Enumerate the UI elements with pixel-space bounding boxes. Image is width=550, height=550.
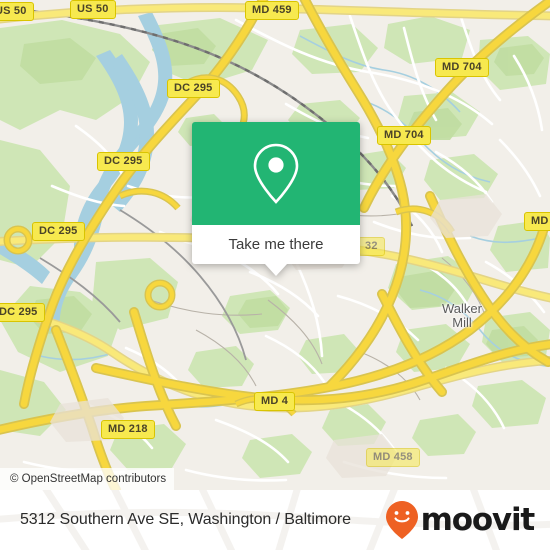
road-shield: MD 459 bbox=[245, 1, 299, 20]
take-me-there-button[interactable]: Take me there bbox=[192, 225, 360, 264]
road-shield: MD 458 bbox=[366, 448, 420, 467]
map-canvas[interactable]: US 50 US 50 MD 459 MD 704 DC 295 MD 704 … bbox=[0, 0, 550, 490]
osm-attribution[interactable]: © OpenStreetMap contributors bbox=[0, 468, 175, 490]
place-label-walker-mill: Walker Mill bbox=[442, 301, 482, 330]
take-me-there-label: Take me there bbox=[228, 236, 324, 253]
road-shield: MD 704 bbox=[435, 58, 489, 77]
road-shield: DC 295 bbox=[167, 79, 220, 98]
road-shield: US 50 bbox=[70, 0, 116, 19]
moovit-brand[interactable]: moovit bbox=[385, 500, 536, 540]
popup-body bbox=[192, 122, 360, 225]
popup-pointer bbox=[265, 264, 287, 276]
moovit-wordmark: moovit bbox=[420, 501, 536, 538]
road-shield: DC 295 bbox=[0, 303, 45, 322]
moovit-map-screenshot: US 50 US 50 MD 459 MD 704 DC 295 MD 704 … bbox=[0, 0, 550, 550]
location-address: 5312 Southern Ave SE, Washington / Balti… bbox=[20, 511, 351, 528]
moovit-smiley-pin-icon bbox=[385, 501, 418, 539]
road-shield: MD 4 bbox=[254, 392, 296, 411]
road-shield: MD 704 bbox=[377, 126, 431, 145]
road-shield: DC 295 bbox=[32, 222, 85, 241]
road-shield: DC 295 bbox=[97, 152, 150, 171]
road-shield: MD 218 bbox=[101, 420, 155, 439]
footer-bar: 5312 Southern Ave SE, Washington / Balti… bbox=[0, 490, 550, 550]
map-pin-icon bbox=[253, 143, 299, 204]
road-shield: MD 2 bbox=[524, 212, 550, 231]
road-shield: 32 bbox=[358, 237, 385, 256]
destination-popup[interactable]: Take me there bbox=[192, 122, 360, 276]
road-shield: US 50 bbox=[0, 2, 34, 21]
